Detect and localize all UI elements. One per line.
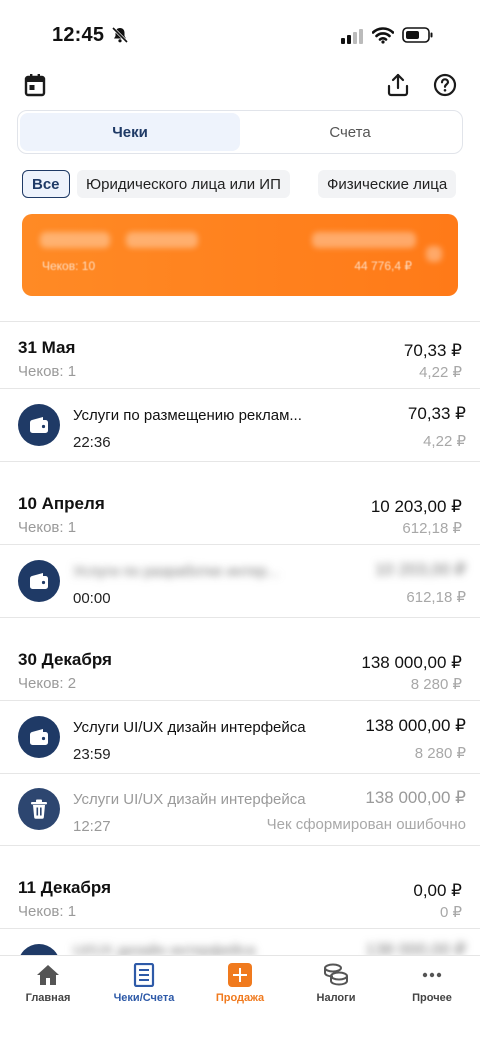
divider (0, 388, 480, 389)
status-time: 12:45 (52, 24, 105, 46)
receipt-title: Услуги по размещению реклам... (73, 407, 302, 424)
wallet-icon (18, 560, 60, 602)
receipt-tax: 4,22 ₽ (423, 433, 466, 450)
divider (0, 461, 480, 462)
group-receipt-count: Чеков: 1 (18, 363, 77, 380)
receipt-tax: 8 280 ₽ (414, 745, 466, 762)
wallet-icon (18, 944, 60, 955)
filter-chip-individuals[interactable]: Физические лица (318, 170, 457, 198)
receipt-row-cancelled[interactable]: Услуги UI/UX дизайн интерфейса 12:27 138… (0, 776, 480, 846)
receipt-sum: 10 203,00 ₽ (374, 560, 466, 579)
group-date: 30 Декабря (18, 650, 112, 669)
divider (0, 773, 480, 774)
trash-icon (18, 788, 60, 830)
summary-card[interactable] (22, 214, 458, 296)
group-sum: 70,33 ₽ (403, 341, 462, 360)
nav-more-label: Прочее (412, 992, 452, 1004)
nav-more[interactable]: Прочее (384, 956, 480, 1016)
receipt-row[interactable]: UI/UX дизайн интерфейса 138 000,00 ₽ (0, 932, 480, 955)
wallet-icon (18, 404, 60, 446)
receipt-sum: 138 000,00 ₽ (365, 716, 466, 735)
receipt-time: 23:59 (73, 746, 111, 763)
group-tax: 8 280 ₽ (410, 676, 462, 693)
nav-receipts-label: Чеки/Счета (113, 992, 175, 1004)
more-dots-icon (419, 962, 445, 988)
receipt-tax: 612,18 ₽ (406, 589, 466, 606)
wifi-icon (372, 27, 394, 44)
group-sum: 0,00 ₽ (413, 881, 462, 900)
nav-taxes-label: Налоги (316, 992, 356, 1004)
summary-count: Чеков: 10 (42, 259, 96, 273)
nav-receipts[interactable]: Чеки/Счета (96, 956, 192, 1016)
nav-home[interactable]: Главная (0, 956, 96, 1016)
plus-icon (227, 962, 253, 988)
receipt-title: UI/UX дизайн интерфейса (73, 942, 256, 955)
calendar-icon[interactable] (22, 72, 48, 98)
coins-icon (323, 962, 349, 988)
divider (0, 845, 480, 846)
receipt-sum: 138 000,00 ₽ (365, 940, 466, 955)
group-tax: 4,22 ₽ (419, 364, 462, 381)
nav-taxes[interactable]: Налоги (288, 956, 384, 1016)
bottom-navigation: Главная Чеки/Счета Продажа Налоги Прочее (0, 955, 480, 1043)
receipt-sum: 138 000,00 ₽ (365, 788, 466, 807)
tab-invoices[interactable]: Счета (240, 113, 460, 151)
group-tax: 0 ₽ (439, 904, 462, 921)
bell-off-icon (111, 26, 129, 44)
filter-chip-all[interactable]: Все (22, 170, 70, 198)
receipt-title: Услуги UI/UX дизайн интерфейса (73, 791, 306, 808)
group-date: 31 Мая (18, 338, 76, 357)
group-receipt-count: Чеков: 2 (18, 675, 77, 692)
receipt-row[interactable]: Услуги по разработке интер... 00:00 10 2… (0, 548, 480, 618)
wallet-icon (18, 716, 60, 758)
group-sum: 138 000,00 ₽ (361, 653, 462, 672)
receipt-row[interactable]: Услуги UI/UX дизайн интерфейса 23:59 138… (0, 704, 480, 774)
group-tax: 612,18 ₽ (402, 520, 462, 537)
tab-receipts[interactable]: Чеки (20, 113, 240, 151)
divider (0, 321, 480, 322)
group-date: 10 Апреля (18, 494, 105, 513)
receipt-sum: 70,33 ₽ (407, 404, 466, 423)
receipts-invoices-tabs: Чеки Счета (17, 110, 463, 154)
nav-sale-label: Продажа (215, 992, 265, 1004)
summary-total: 44 776,4 ₽ (354, 259, 412, 273)
receipt-row[interactable]: Услуги по размещению реклам... 22:36 70,… (0, 392, 480, 462)
receipt-time: 00:00 (73, 590, 111, 607)
filter-chip-legal-entity[interactable]: Юридического лица или ИП (77, 170, 290, 198)
home-icon (35, 962, 61, 988)
battery-icon (402, 27, 433, 43)
divider (0, 617, 480, 618)
group-sum: 10 203,00 ₽ (370, 497, 462, 516)
receipt-title: Услуги по разработке интер... (73, 563, 280, 580)
receipt-list-icon (131, 962, 157, 988)
help-icon[interactable] (432, 72, 458, 98)
cellular-signal-icon (341, 29, 363, 44)
group-receipt-count: Чеков: 1 (18, 519, 77, 536)
nav-sale[interactable]: Продажа (192, 956, 288, 1016)
nav-home-label: Главная (25, 992, 71, 1004)
receipt-time: 12:27 (73, 818, 111, 835)
group-receipt-count: Чеков: 1 (18, 903, 77, 920)
receipt-status: Чек сформирован ошибочно (266, 816, 466, 833)
receipt-time: 22:36 (73, 434, 111, 451)
divider (0, 700, 480, 701)
share-upload-icon[interactable] (385, 72, 411, 98)
divider (0, 544, 480, 545)
divider (0, 928, 480, 929)
receipt-title: Услуги UI/UX дизайн интерфейса (73, 719, 306, 736)
status-bar: 12:45 (0, 0, 480, 70)
group-date: 11 Декабря (18, 878, 112, 897)
